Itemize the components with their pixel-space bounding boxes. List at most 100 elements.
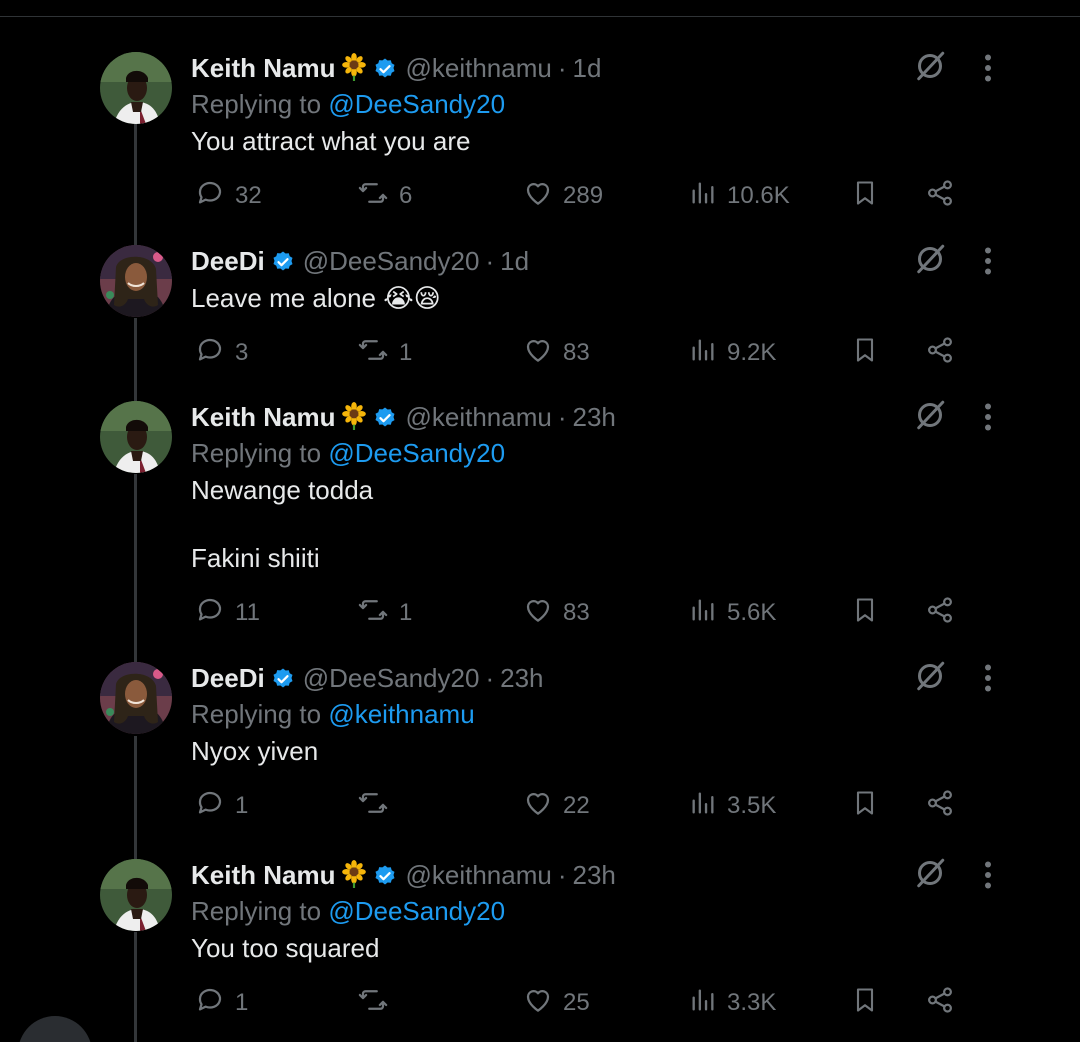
views-button[interactable]: 9.2K <box>689 333 776 373</box>
retweet-icon <box>357 178 389 215</box>
like-button[interactable]: 83 <box>523 593 590 633</box>
replying-to: Replying to @DeeSandy20 <box>191 88 980 120</box>
timestamp[interactable]: 23h <box>500 663 543 693</box>
views-count: 10.6K <box>727 182 790 209</box>
reply-count: 3 <box>235 339 249 366</box>
avatar[interactable] <box>100 662 172 734</box>
bookmark-button[interactable] <box>851 593 879 633</box>
reply-button[interactable]: 1 <box>195 786 248 826</box>
reply-button[interactable]: 1 <box>195 983 248 1023</box>
avatar[interactable] <box>100 401 172 473</box>
like-button[interactable]: 22 <box>523 786 590 826</box>
reply-icon <box>195 788 225 825</box>
display-name[interactable]: Keith Namu <box>191 402 335 432</box>
reply-button[interactable]: 11 <box>195 593 260 633</box>
retweet-button[interactable]: 1 <box>357 333 412 373</box>
share-button[interactable] <box>925 593 955 633</box>
reply-button[interactable]: 3 <box>195 333 248 373</box>
floating-action-button[interactable] <box>18 1016 92 1042</box>
timestamp[interactable]: 1d <box>500 246 529 276</box>
reply-count: 1 <box>235 792 249 819</box>
retweet-button[interactable] <box>357 786 399 826</box>
reply-icon <box>195 985 225 1022</box>
grok-icon[interactable] <box>912 241 948 277</box>
user-handle[interactable]: @keithnamu <box>405 53 551 83</box>
timestamp[interactable]: 1d <box>573 53 602 83</box>
grok-icon[interactable] <box>912 855 948 891</box>
tweet-text: You too squared <box>191 931 980 965</box>
more-icon[interactable] <box>976 660 1000 696</box>
share-icon <box>925 595 955 632</box>
share-icon <box>925 985 955 1022</box>
bookmark-button[interactable] <box>851 786 879 826</box>
bookmark-button[interactable] <box>851 176 879 216</box>
more-icon[interactable] <box>976 243 1000 279</box>
user-handle[interactable]: @DeeSandy20 <box>303 246 480 276</box>
action-bar: 3 1 83 9.2K <box>191 333 980 373</box>
like-count: 83 <box>563 599 590 626</box>
timestamp[interactable]: 23h <box>573 860 616 890</box>
views-icon <box>689 595 717 632</box>
views-button[interactable]: 3.3K <box>689 983 776 1023</box>
retweet-button[interactable] <box>357 983 399 1023</box>
views-button[interactable]: 3.5K <box>689 786 776 826</box>
verified-badge-icon[interactable] <box>373 863 397 895</box>
display-name[interactable]: Keith Namu <box>191 53 335 83</box>
share-icon <box>925 335 955 372</box>
reply-count: 1 <box>235 989 249 1016</box>
tweet-header: DeeDi @DeeSandy20 · 1d <box>191 245 980 277</box>
verified-badge-icon[interactable] <box>373 405 397 437</box>
action-bar: 1 25 3.3K <box>191 983 980 1023</box>
separator-dot: · <box>557 860 567 890</box>
thread-connector-line <box>134 124 137 250</box>
bookmark-button[interactable] <box>851 333 879 373</box>
views-count: 5.6K <box>727 599 777 626</box>
grok-icon[interactable] <box>912 48 948 84</box>
views-button[interactable]: 10.6K <box>689 176 790 216</box>
views-button[interactable]: 5.6K <box>689 593 776 633</box>
grok-icon[interactable] <box>912 658 948 694</box>
reply-button[interactable]: 32 <box>195 176 262 216</box>
more-icon[interactable] <box>976 50 1000 86</box>
timestamp[interactable]: 23h <box>573 402 616 432</box>
user-handle[interactable]: @DeeSandy20 <box>303 663 480 693</box>
bookmark-button[interactable] <box>851 983 879 1023</box>
reply-icon <box>195 178 225 215</box>
bookmark-icon <box>851 335 879 372</box>
tweet-text: Nyox yiven <box>191 734 980 768</box>
views-icon <box>689 788 717 825</box>
verified-badge-icon[interactable] <box>271 249 295 281</box>
user-handle[interactable]: @keithnamu <box>405 860 551 890</box>
display-name[interactable]: DeeDi <box>191 663 265 693</box>
display-name[interactable]: Keith Namu <box>191 860 335 890</box>
avatar[interactable] <box>100 245 172 317</box>
tweet-text: You attract what you are <box>191 124 980 158</box>
avatar[interactable] <box>100 859 172 931</box>
retweet-icon <box>357 985 389 1022</box>
share-button[interactable] <box>925 176 955 216</box>
verified-badge-icon[interactable] <box>373 56 397 88</box>
mention-link[interactable]: @DeeSandy20 <box>328 89 505 119</box>
mention-link[interactable]: @DeeSandy20 <box>328 896 505 926</box>
share-button[interactable] <box>925 333 955 373</box>
verified-badge-icon[interactable] <box>271 666 295 698</box>
mention-link[interactable]: @DeeSandy20 <box>328 438 505 468</box>
display-name[interactable]: DeeDi <box>191 246 265 276</box>
more-icon[interactable] <box>976 857 1000 893</box>
bookmark-icon <box>851 788 879 825</box>
grok-icon[interactable] <box>912 397 948 433</box>
separator-dot: · <box>557 53 567 83</box>
retweet-button[interactable]: 1 <box>357 593 412 633</box>
share-button[interactable] <box>925 983 955 1023</box>
user-handle[interactable]: @keithnamu <box>405 402 551 432</box>
like-button[interactable]: 289 <box>523 176 603 216</box>
like-button[interactable]: 83 <box>523 333 590 373</box>
share-button[interactable] <box>925 786 955 826</box>
more-icon[interactable] <box>976 399 1000 435</box>
retweet-icon <box>357 335 389 372</box>
mention-link[interactable]: @keithnamu <box>328 699 474 729</box>
avatar[interactable] <box>100 52 172 124</box>
bookmark-icon <box>851 595 879 632</box>
like-button[interactable]: 25 <box>523 983 590 1023</box>
retweet-button[interactable]: 6 <box>357 176 412 216</box>
